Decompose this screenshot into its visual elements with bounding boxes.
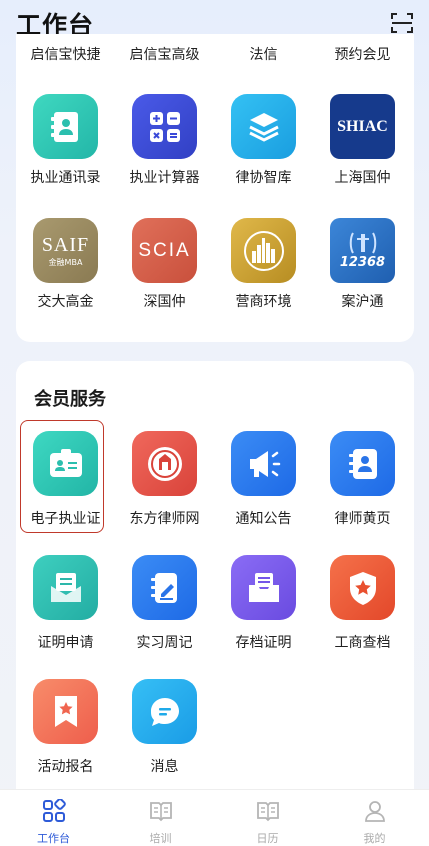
layers-icon bbox=[231, 94, 296, 159]
nav-workbench[interactable]: 工作台 bbox=[0, 790, 107, 846]
service-archive-proof[interactable]: 存档证明 bbox=[214, 555, 313, 655]
tool-scia[interactable]: SCIA 深国仲 bbox=[115, 218, 214, 318]
service-notices[interactable]: 通知公告 bbox=[214, 431, 313, 531]
service-intern-journal[interactable]: 实习周记 bbox=[115, 555, 214, 655]
tool-faxin[interactable]: 法信 bbox=[214, 44, 313, 64]
scan-icon[interactable] bbox=[391, 12, 413, 34]
service-east-lawyer-net[interactable]: 东方律师网 bbox=[115, 431, 214, 531]
service-business-lookup[interactable]: 工商查档 bbox=[313, 555, 412, 655]
service-certificate-apply[interactable]: 证明申请 bbox=[16, 555, 115, 655]
open-book-icon bbox=[257, 802, 279, 822]
open-book-icon bbox=[150, 802, 172, 822]
tool-business-env[interactable]: 营商环境 bbox=[214, 218, 313, 318]
contact-book-icon bbox=[33, 94, 98, 159]
calculator-icon bbox=[132, 94, 197, 159]
chat-bubble-icon bbox=[132, 679, 197, 744]
bookmark-star-icon bbox=[33, 679, 98, 744]
tool-qixinbao-quick[interactable]: 启信宝快捷 bbox=[16, 44, 115, 64]
member-services-card: 会员服务 电子执业证 东方律师网 通知公告 律师黄页 证明申请 实习周记 存档证… bbox=[16, 361, 414, 789]
journal-pen-icon bbox=[132, 555, 197, 620]
service-e-license[interactable]: 电子执业证 bbox=[16, 431, 115, 531]
section-title: 会员服务 bbox=[34, 389, 106, 410]
city-skyline-icon bbox=[231, 218, 296, 283]
hotline-12368-icon: 12368 bbox=[330, 218, 395, 283]
nav-profile[interactable]: 我的 bbox=[321, 790, 428, 846]
service-yellow-pages[interactable]: 律师黄页 bbox=[313, 431, 412, 531]
tool-appointment[interactable]: 预约会见 bbox=[313, 44, 412, 64]
shiac-logo-icon: SHIAC bbox=[330, 94, 395, 159]
megaphone-icon bbox=[231, 431, 296, 496]
bottom-nav: 工作台 培训 日历 我的 bbox=[0, 789, 429, 846]
nav-calendar[interactable]: 日历 bbox=[214, 790, 321, 846]
seal-emblem-icon bbox=[132, 431, 197, 496]
nav-training[interactable]: 培训 bbox=[107, 790, 214, 846]
tool-calculator[interactable]: 执业计算器 bbox=[115, 94, 214, 194]
id-card-icon bbox=[33, 431, 98, 496]
grid-apps-icon bbox=[43, 799, 66, 822]
tool-contact-book[interactable]: 执业通讯录 bbox=[16, 94, 115, 194]
certificate-envelope-icon bbox=[33, 555, 98, 620]
tools-card: 启信宝快捷 启信宝高级 法信 预约会见 执业通讯录 执业计算器 律协智库 SHI… bbox=[16, 34, 414, 342]
tool-think-tank[interactable]: 律协智库 bbox=[214, 94, 313, 194]
tool-anhutong[interactable]: 12368 案沪通 bbox=[313, 218, 412, 318]
tool-saif[interactable]: SAIF 金融MBA 交大高金 bbox=[16, 218, 115, 318]
scia-logo-icon: SCIA bbox=[132, 218, 197, 283]
saif-logo-icon: SAIF 金融MBA bbox=[33, 218, 98, 283]
service-event-signup[interactable]: 活动报名 bbox=[16, 679, 115, 779]
tool-shiac[interactable]: SHIAC 上海国仲 bbox=[313, 94, 412, 194]
shield-star-icon bbox=[330, 555, 395, 620]
service-messages[interactable]: 消息 bbox=[115, 679, 214, 779]
archive-tray-icon bbox=[231, 555, 296, 620]
tool-qixinbao-advanced[interactable]: 启信宝高级 bbox=[115, 44, 214, 64]
yellow-pages-icon bbox=[330, 431, 395, 496]
person-icon bbox=[365, 801, 385, 822]
